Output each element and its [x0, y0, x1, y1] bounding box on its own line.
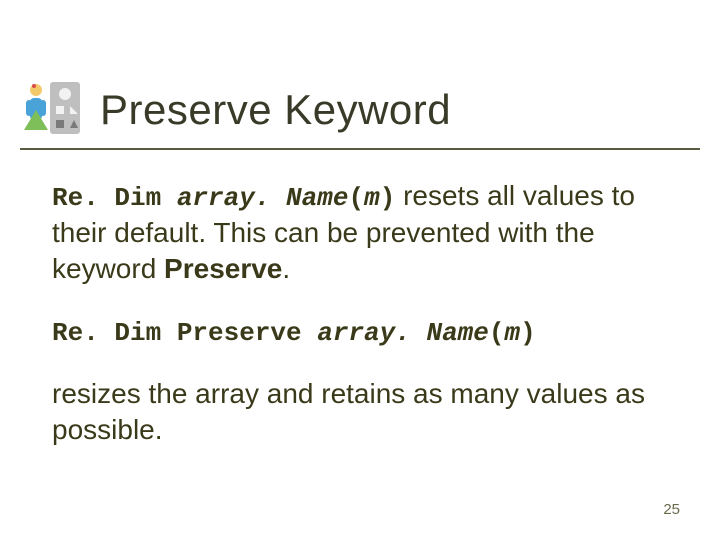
code-ident: array. Name	[177, 183, 349, 213]
code-keyword: Re. Dim Preserve	[52, 318, 317, 348]
code-paren-close: )	[520, 318, 536, 348]
code-param: m	[364, 183, 380, 213]
text-span: .	[282, 253, 290, 284]
page-number: 25	[663, 501, 680, 518]
slide: Preserve Keyword Re. Dim array. Name(m) …	[0, 0, 720, 540]
code-param: m	[505, 318, 521, 348]
code-keyword: Re. Dim	[52, 183, 177, 213]
code-ident: array. Name	[317, 318, 489, 348]
slide-body: Re. Dim array. Name(m) resets all values…	[52, 178, 672, 474]
slide-title: Preserve Keyword	[100, 86, 451, 134]
slide-header: Preserve Keyword	[20, 86, 700, 134]
code-paren-close: )	[380, 183, 396, 213]
code-paren-open: (	[348, 183, 364, 213]
keyword-preserve: Preserve	[164, 253, 282, 284]
code-line: Re. Dim Preserve array. Name(m)	[52, 313, 672, 350]
paragraph-1: Re. Dim array. Name(m) resets all values…	[52, 178, 672, 287]
paragraph-2: resizes the array and retains as many va…	[52, 376, 672, 448]
horizontal-rule	[20, 148, 700, 150]
logo-icon	[20, 80, 84, 138]
code-paren-open: (	[489, 318, 505, 348]
